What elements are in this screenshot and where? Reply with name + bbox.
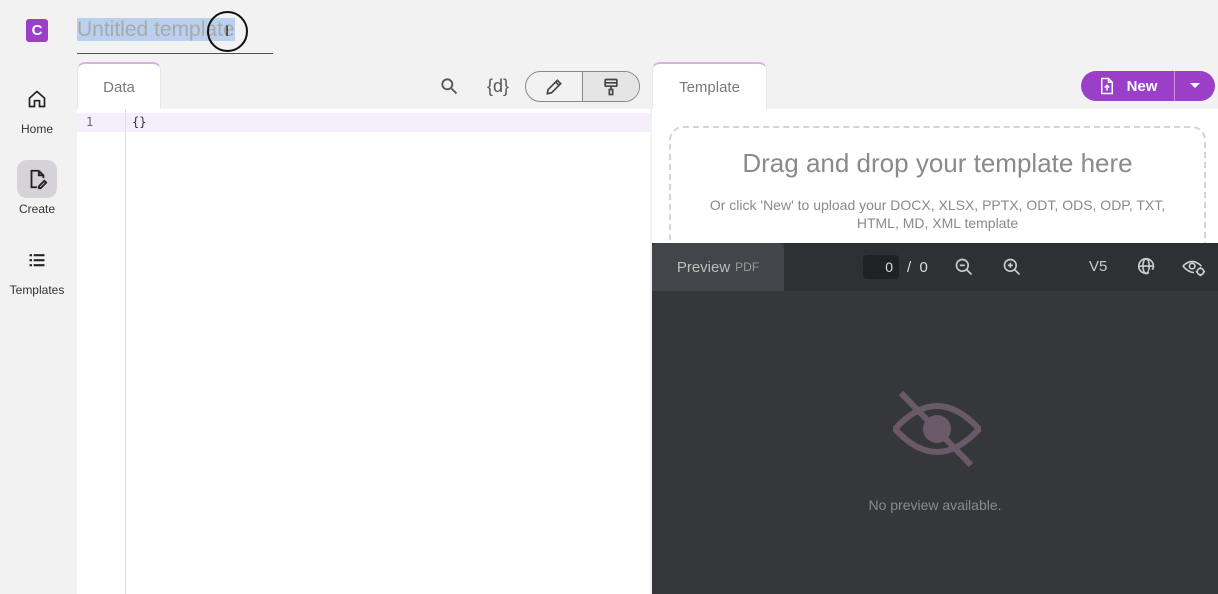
sidebar-item-label: Home [20,122,53,136]
zoom-in-icon[interactable] [1000,255,1024,279]
sidebar-item-home[interactable]: Home [0,80,74,136]
create-document-icon [17,160,57,198]
page-count: / 0 [907,259,928,276]
chevron-down-icon[interactable] [1175,71,1215,101]
dropzone-subtitle: Or click 'New' to upload your DOCX, XLSX… [709,197,1166,231]
language-globe-icon[interactable] [1135,255,1159,279]
template-area: Drag and drop your template here Or clic… [652,109,1218,256]
json-editor[interactable]: 1 {} [77,109,650,594]
new-button[interactable]: New [1081,71,1175,101]
sidebar-item-label: Create [18,202,56,216]
preview-panel: Preview PDF 0 / 0 V5 No preview availabl… [652,243,1218,594]
upload-file-icon [1100,77,1113,95]
sidebar-item-create[interactable]: Create [0,160,74,216]
paint-roller-icon[interactable] [582,72,639,101]
sidebar-item-label: Templates [9,283,65,297]
text-cursor-icon: I [225,24,230,40]
sidebar-item-templates[interactable]: Templates [0,241,74,297]
empty-preview-message: No preview available. [868,497,1002,513]
insert-variable-button[interactable]: {d} [482,73,514,99]
version-label[interactable]: V5 [1089,258,1107,275]
home-icon [17,80,57,118]
preview-tab-label: Preview [676,258,731,276]
editor-gutter [77,109,126,594]
mode-toggle[interactable] [525,71,640,102]
list-icon [17,241,57,279]
new-button-group[interactable]: New [1081,71,1215,101]
preview-format-label: PDF [735,260,760,274]
code-line[interactable]: {} [132,115,146,129]
tab-preview[interactable]: Preview PDF [652,243,784,291]
preview-settings-icon[interactable] [1182,255,1206,279]
new-button-label: New [1126,77,1158,95]
active-line-highlight [77,113,650,132]
page-separator: / [907,259,912,276]
dropzone-title: Drag and drop your template here [742,148,1133,178]
zoom-out-icon[interactable] [952,255,976,279]
total-pages: 0 [919,259,928,276]
app-logo[interactable]: C [26,19,48,42]
eye-off-icon [890,389,984,474]
pencil-icon[interactable] [526,72,582,101]
page-number-input[interactable]: 0 [863,255,899,279]
template-dropzone[interactable]: Drag and drop your template here Or clic… [669,126,1206,256]
tab-data[interactable]: Data [77,62,161,110]
line-number: 1 [86,115,94,129]
tab-template[interactable]: Template [652,62,767,110]
search-icon[interactable] [437,74,461,98]
